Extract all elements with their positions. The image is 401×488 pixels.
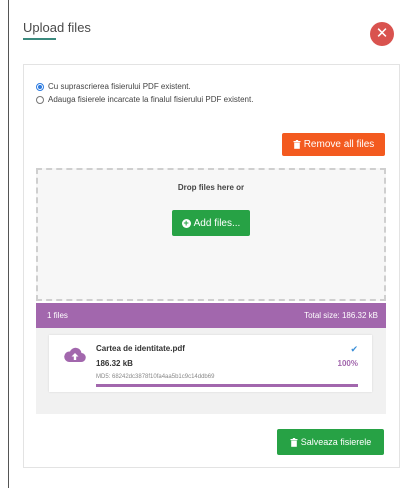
close-icon[interactable]: ✕ <box>370 22 394 46</box>
remove-all-files-button[interactable]: Remove all files <box>282 133 385 156</box>
title-underline <box>23 38 56 40</box>
add-files-button[interactable]: + Add files... <box>172 210 250 236</box>
save-files-label: Salveaza fisierele <box>300 437 372 447</box>
files-total-size: Total size: 186.32 kB <box>304 311 378 320</box>
radio-append[interactable] <box>36 95 44 104</box>
check-icon: ✔ <box>350 344 358 354</box>
save-files-button[interactable]: Salveaza fisierele <box>277 429 384 455</box>
file-progress-bar <box>96 384 358 387</box>
trash-icon <box>293 140 301 149</box>
dropzone-text: Drop files here or <box>177 183 245 192</box>
option-append[interactable]: Adauga fisierele incarcate la finalul fi… <box>36 95 253 104</box>
file-item: Cartea de identitate.pdf 186.32 kB MD5: … <box>49 335 372 392</box>
plus-circle-icon: + <box>181 217 191 228</box>
file-name: Cartea de identitate.pdf <box>96 344 185 353</box>
dialog-title: Upload files <box>23 20 91 35</box>
files-summary-bar: 1 files Total size: 186.32 kB <box>36 303 386 328</box>
dropzone[interactable]: Drop files here or + Add files... <box>36 168 386 301</box>
option-overwrite[interactable]: Cu suprascrierea fisierului PDF existent… <box>36 82 191 91</box>
file-list: Cartea de identitate.pdf 186.32 kB MD5: … <box>36 328 386 414</box>
radio-overwrite[interactable] <box>36 82 44 91</box>
file-size: 186.32 kB <box>96 359 133 368</box>
file-percent: 100% <box>337 359 358 368</box>
option-overwrite-label: Cu suprascrierea fisierului PDF existent… <box>48 82 191 91</box>
files-count: 1 files <box>47 311 68 320</box>
upload-dialog: Upload files ✕ Cu suprascrierea fisierul… <box>9 0 401 488</box>
upload-panel: Cu suprascrierea fisierului PDF existent… <box>23 64 400 468</box>
trash-icon <box>290 437 298 447</box>
cloud-upload-icon <box>64 347 86 363</box>
file-md5: MD5: 68242dc3878f10fa4aa5b1c9c14ddb69 <box>96 374 215 380</box>
option-append-label: Adauga fisierele incarcate la finalul fi… <box>48 95 254 104</box>
file-progress-fill <box>96 384 358 387</box>
add-files-label: Add files... <box>193 217 241 229</box>
remove-all-files-label: Remove all files <box>303 139 375 150</box>
